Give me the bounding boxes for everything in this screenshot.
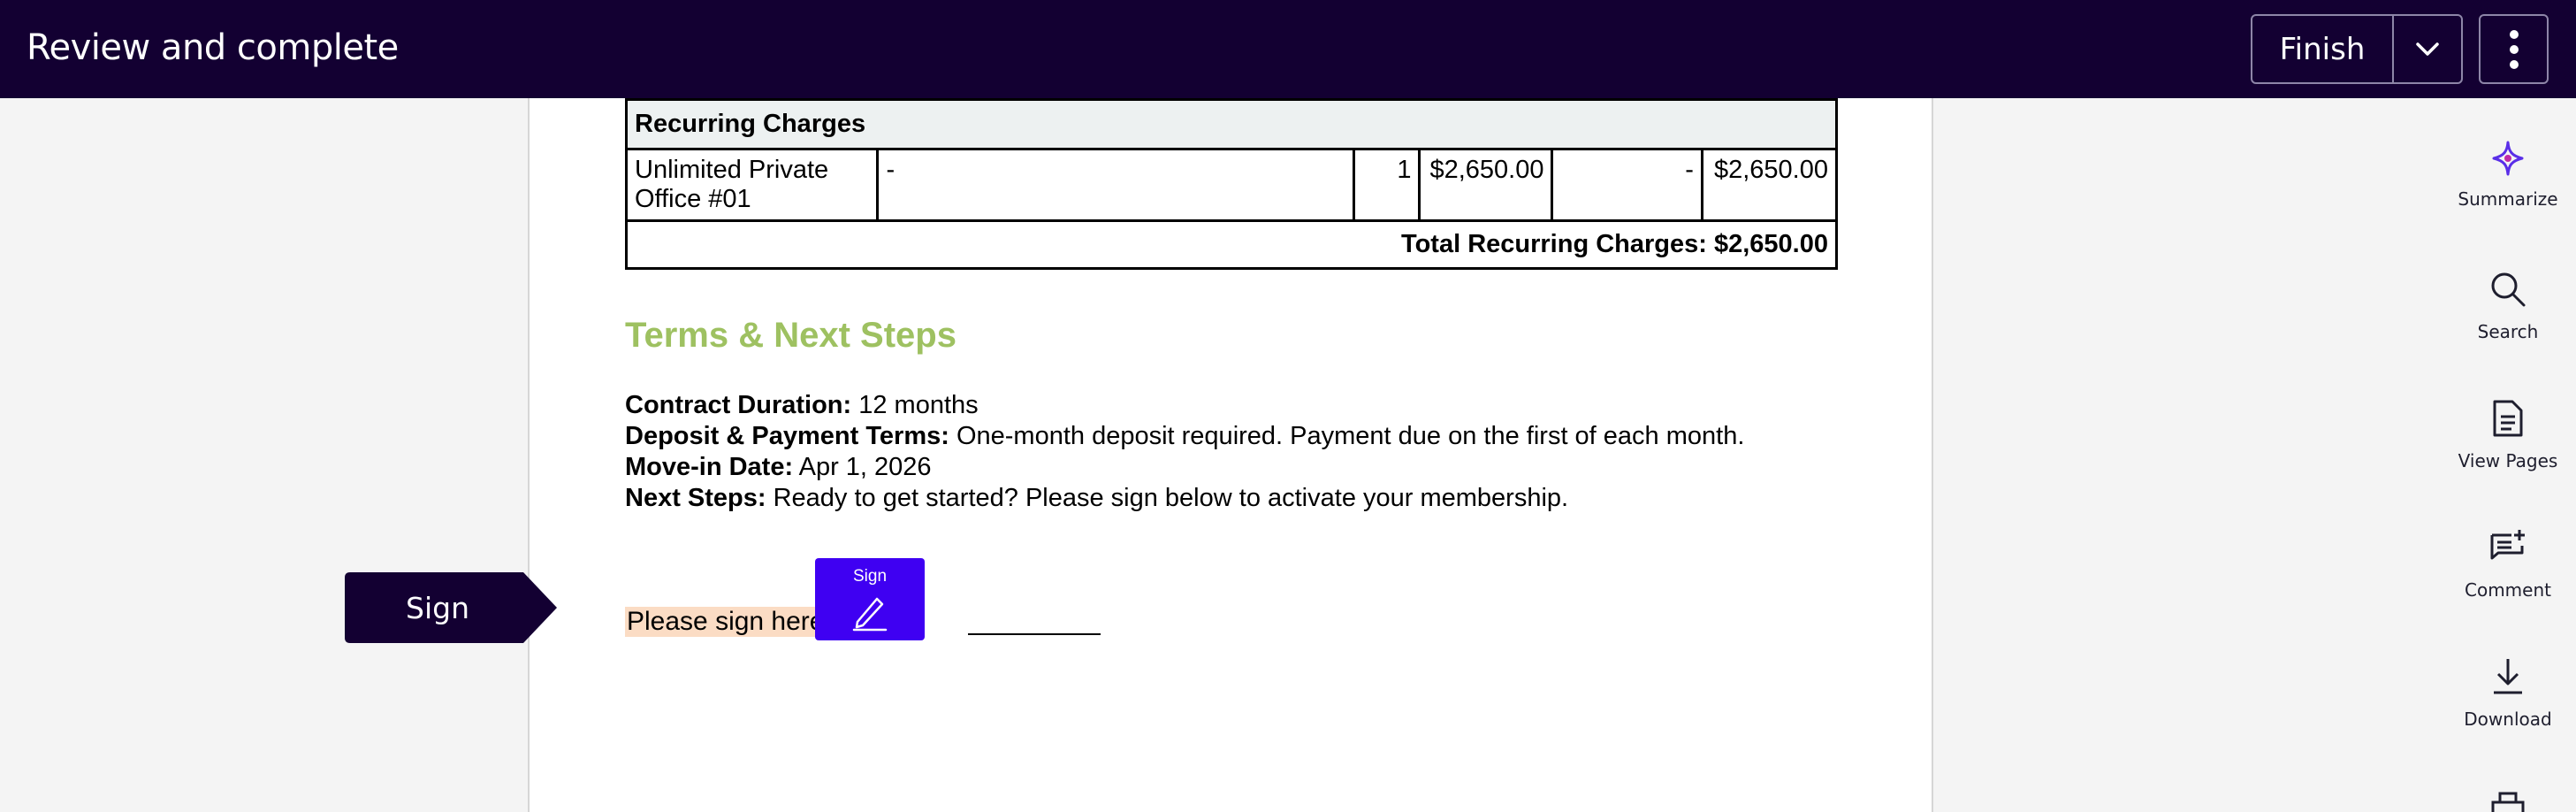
charges-table: Recurring Charges Unlimited Private Offic…: [624, 98, 1839, 270]
sign-field-button[interactable]: Sign: [815, 558, 925, 640]
table-row: Unlimited Private Office #01 - 1 $2,650.0…: [624, 148, 1839, 222]
table-section-header: Recurring Charges: [625, 98, 1838, 150]
terms-item: Contract Duration: 12 months: [625, 391, 979, 419]
sidebar-item-comment[interactable]: Comment: [2440, 528, 2576, 634]
page-title: Review and complete: [27, 27, 399, 68]
right-sidebar: Summarize Search View Pages Comment Down…: [2440, 98, 2576, 812]
sign-indicator-tab[interactable]: Sign: [345, 572, 557, 643]
section-label: Recurring Charges: [625, 98, 1838, 150]
sidebar-item-label: Summarize: [2458, 188, 2558, 210]
table-total-row: Total Recurring Charges: $2,650.00: [625, 219, 1838, 270]
item-discount-cell: -: [1551, 148, 1703, 222]
terms-item: Deposit & Payment Terms: One-month depos…: [625, 422, 1745, 450]
finish-button[interactable]: Finish: [2252, 16, 2394, 82]
sidebar-item-label: Download: [2464, 709, 2552, 730]
sidebar-item-print[interactable]: [2440, 788, 2576, 812]
terms-section-title: Terms & Next Steps: [625, 316, 956, 355]
sidebar-item-label: Comment: [2465, 579, 2551, 601]
terms-item: Move-in Date: Apr 1, 2026: [625, 453, 932, 481]
item-quantity-cell: 1: [1352, 148, 1421, 222]
total-recurring-charges: Total Recurring Charges: $2,650.00: [625, 219, 1838, 270]
top-bar: Review and complete Finish: [0, 0, 2576, 98]
pen-icon: [852, 597, 888, 632]
sidebar-item-search[interactable]: Search: [2440, 270, 2576, 376]
item-name-cell: Unlimited Private Office #01: [624, 148, 880, 222]
vertical-dots-icon: [2509, 29, 2519, 69]
sidebar-item-view-pages[interactable]: View Pages: [2440, 399, 2576, 505]
printer-icon: [2491, 792, 2525, 812]
sidebar-item-label: View Pages: [2458, 450, 2558, 471]
sparkle-icon: [2492, 141, 2524, 176]
sign-field-label: Sign: [852, 567, 888, 586]
terms-item: Next Steps: Ready to get started? Please…: [625, 484, 1569, 512]
sign-indicator-label: Sign: [406, 590, 469, 625]
item-unit-price-cell: $2,650.00: [1418, 148, 1554, 222]
finish-options-button[interactable]: [2394, 16, 2461, 82]
item-total-cell: $2,650.00: [1700, 148, 1839, 222]
download-icon: [2494, 659, 2522, 694]
document-icon: [2493, 400, 2523, 437]
chevron-down-icon: [2416, 42, 2439, 56]
sign-here-label: Please sign here:: [625, 607, 834, 637]
sidebar-item-download[interactable]: Download: [2440, 657, 2576, 763]
item-description-cell: -: [876, 148, 1355, 222]
terms-list: Contract Duration: 12 months Deposit & P…: [625, 390, 1744, 514]
sidebar-item-label: Search: [2477, 321, 2539, 342]
comment-add-icon: [2490, 530, 2525, 560]
signature-line: [968, 633, 1101, 635]
sidebar-item-summarize[interactable]: Summarize: [2440, 141, 2576, 247]
search-icon: [2491, 272, 2526, 307]
more-options-button[interactable]: [2479, 14, 2549, 84]
document-page: Recurring Charges Unlimited Private Offic…: [528, 98, 1933, 812]
finish-button-group: Finish: [2251, 14, 2463, 84]
